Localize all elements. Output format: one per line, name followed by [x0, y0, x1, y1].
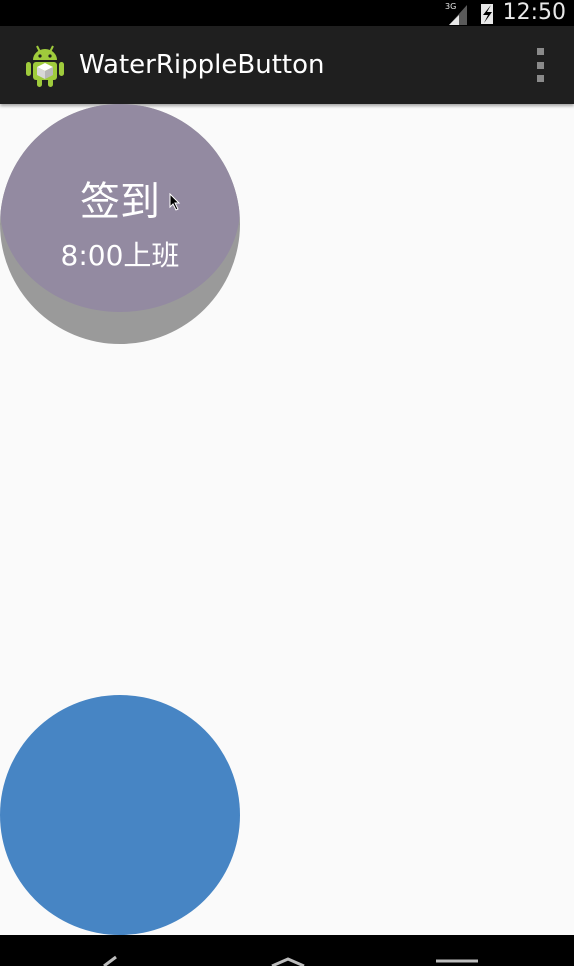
blue-ripple-button[interactable] — [0, 695, 240, 935]
android-robot-icon — [26, 45, 64, 87]
navigation-bar — [0, 935, 574, 966]
mouse-cursor-icon — [169, 193, 181, 211]
network-type-label: 3G — [445, 2, 456, 11]
status-icons: 3G 12:50 — [445, 0, 566, 26]
recents-icon[interactable] — [426, 935, 486, 966]
clock: 12:50 — [502, 0, 566, 25]
action-bar: WaterRippleButton — [0, 26, 574, 104]
home-icon[interactable] — [258, 935, 318, 966]
back-icon[interactable] — [80, 935, 140, 966]
signal-3g-icon: 3G — [445, 2, 467, 25]
overflow-menu-icon[interactable] — [532, 48, 548, 82]
overflow-dot — [536, 61, 544, 69]
checkin-time-label: 8:00上班 — [60, 239, 180, 272]
checkin-ripple-button[interactable]: 签到 8:00上班 — [0, 104, 240, 344]
battery-icon — [480, 4, 493, 24]
app-title: WaterRippleButton — [79, 50, 325, 80]
checkin-label: 签到 — [80, 179, 160, 225]
overflow-dot — [536, 75, 544, 82]
status-bar: 3G 12:50 — [0, 0, 574, 26]
overflow-dot — [536, 48, 544, 55]
